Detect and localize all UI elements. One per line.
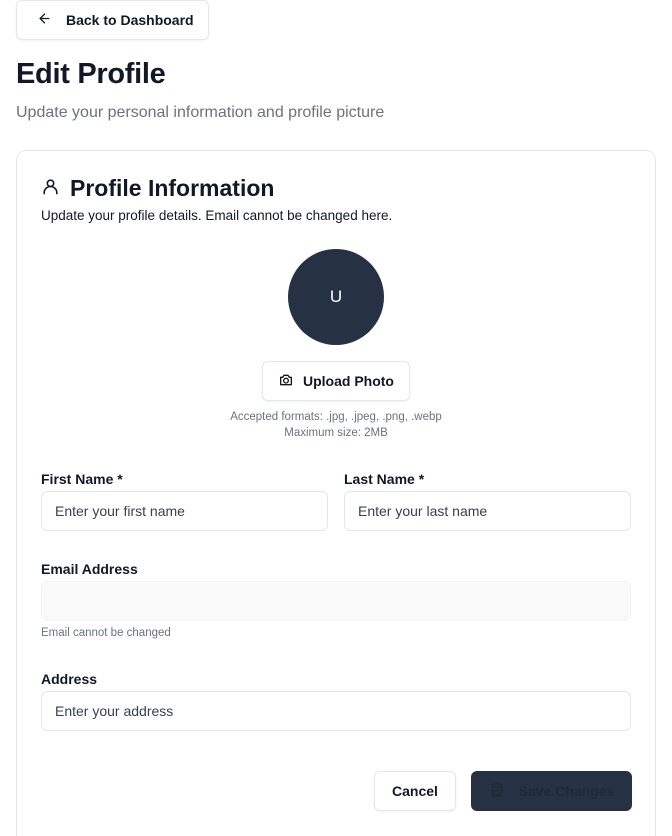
avatar: U: [288, 249, 384, 345]
avatar-initial: U: [329, 287, 343, 306]
back-to-dashboard-button[interactable]: Back to Dashboard: [16, 0, 209, 40]
address-label: Address: [41, 671, 98, 687]
last-name-label: Last Name *: [344, 471, 425, 487]
email-field: [41, 581, 631, 621]
email-label: Email Address: [41, 561, 138, 577]
upload-photo-label: Upload Photo: [303, 373, 394, 389]
max-size-hint: Maximum size: 2MB: [284, 427, 388, 439]
first-name-label: First Name *: [41, 471, 123, 487]
save-icon: [489, 782, 505, 801]
page-subtitle: Update your personal information and pro…: [16, 104, 385, 121]
user-icon: [41, 175, 60, 202]
cancel-button[interactable]: Cancel: [374, 771, 456, 811]
profile-information-card: Profile Information Update your profile …: [16, 150, 656, 836]
back-button-label: Back to Dashboard: [66, 12, 194, 28]
accepted-formats-hint: Accepted formats: .jpg, .jpeg, .png, .we…: [230, 411, 442, 423]
email-note: Email cannot be changed: [41, 627, 171, 639]
save-changes-button[interactable]: Save Changes: [471, 771, 632, 811]
save-changes-label: Save Changes: [518, 783, 615, 799]
page-title: Edit Profile: [16, 58, 166, 90]
upload-photo-button[interactable]: Upload Photo: [262, 361, 410, 401]
card-description: Update your profile details. Email canno…: [41, 208, 393, 223]
arrow-left-icon: [37, 11, 52, 29]
card-title-text: Profile Information: [70, 175, 275, 201]
last-name-input[interactable]: [344, 491, 631, 531]
camera-icon: [278, 372, 294, 391]
edit-profile-page: Back to Dashboard Edit Profile Update yo…: [0, 0, 672, 836]
card-title: Profile Information: [41, 175, 274, 202]
first-name-input[interactable]: [41, 491, 328, 531]
address-input[interactable]: [41, 691, 631, 731]
